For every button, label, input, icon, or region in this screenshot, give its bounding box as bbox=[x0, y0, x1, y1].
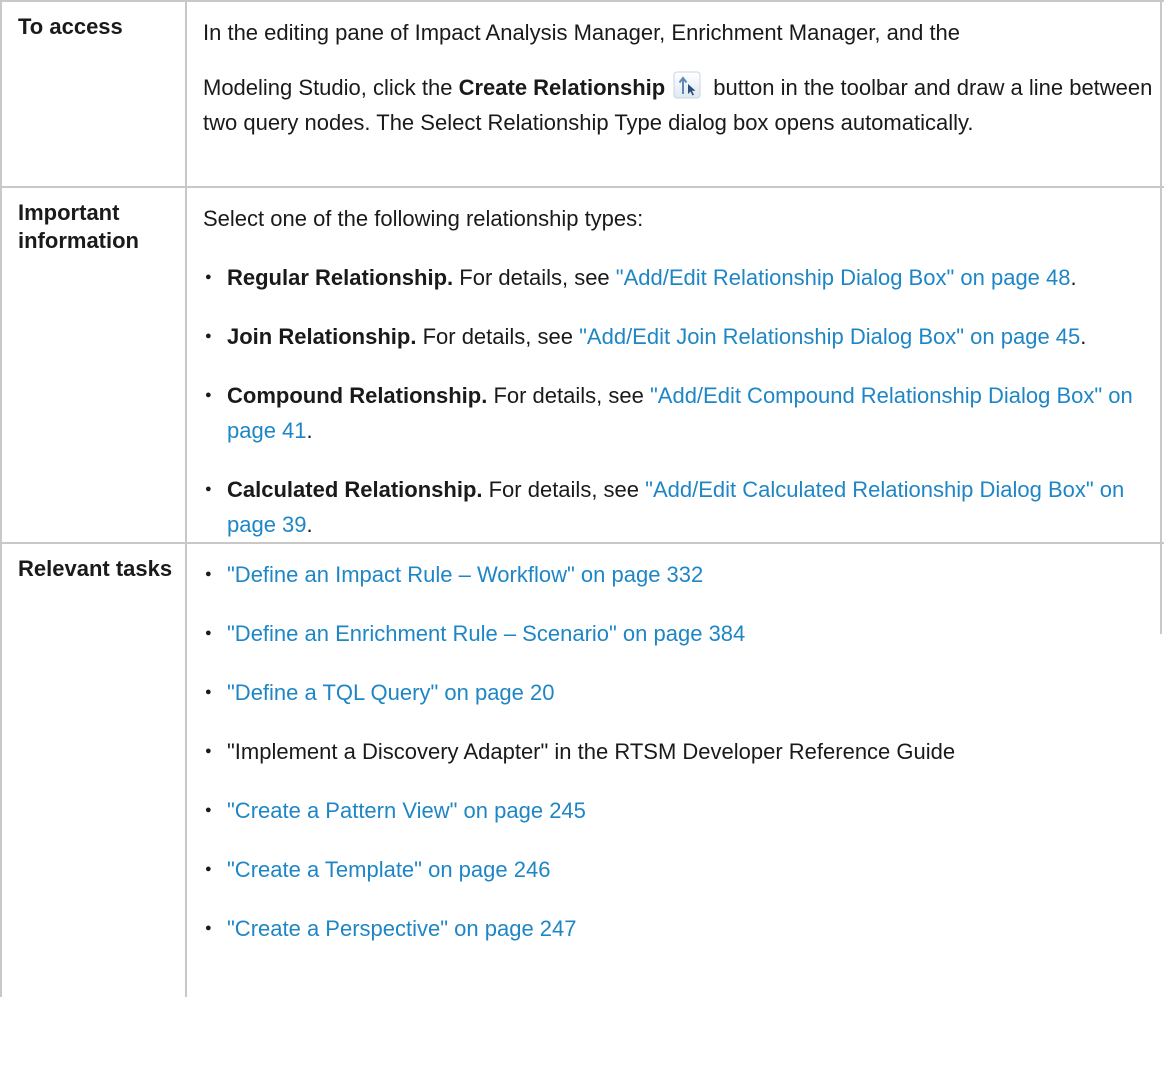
list-item: Compound Relationship. For details, see … bbox=[203, 378, 1164, 448]
row-label-to-access: To access bbox=[0, 0, 187, 188]
link-create-template[interactable]: "Create a Template" on page 246 bbox=[227, 857, 550, 882]
relevant-tasks-list: "Define an Impact Rule – Workflow" on pa… bbox=[203, 557, 1164, 946]
access-paragraph: In the editing pane of Impact Analysis M… bbox=[203, 20, 1153, 135]
list-item: "Implement a Discovery Adapter" in the R… bbox=[203, 734, 1164, 769]
list-item: "Define an Impact Rule – Workflow" on pa… bbox=[203, 557, 1164, 592]
list-item: "Create a Perspective" on page 247 bbox=[203, 911, 1164, 946]
row-label-relevant-tasks: Relevant tasks bbox=[0, 543, 187, 997]
list-item: "Define an Enrichment Rule – Scenario" o… bbox=[203, 616, 1164, 651]
link-define-tql-query[interactable]: "Define a TQL Query" on page 20 bbox=[227, 680, 555, 705]
row-label-important-information: Important information bbox=[0, 187, 187, 544]
row-body-to-access: In the editing pane of Impact Analysis M… bbox=[186, 0, 1164, 188]
link-add-edit-relationship[interactable]: "Add/Edit Relationship Dialog Box" on pa… bbox=[616, 265, 1071, 290]
relationship-types-list: Regular Relationship. For details, see "… bbox=[203, 260, 1164, 542]
info-intro: Select one of the following relationship… bbox=[203, 206, 644, 231]
row-body-relevant-tasks: "Define an Impact Rule – Workflow" on pa… bbox=[186, 543, 1164, 997]
link-define-impact-rule[interactable]: "Define an Impact Rule – Workflow" on pa… bbox=[227, 562, 703, 587]
link-add-edit-join-relationship[interactable]: "Add/Edit Join Relationship Dialog Box" … bbox=[579, 324, 1080, 349]
row-important-information: Important information Select one of the … bbox=[0, 187, 1164, 544]
implement-discovery-adapter-text: "Implement a Discovery Adapter" in the R… bbox=[227, 739, 956, 764]
create-relationship-icon bbox=[673, 71, 701, 99]
row-to-access: To access In the editing pane of Impact … bbox=[0, 0, 1164, 188]
row-relevant-tasks: Relevant tasks "Define an Impact Rule – … bbox=[0, 543, 1164, 997]
link-create-perspective[interactable]: "Create a Perspective" on page 247 bbox=[227, 916, 577, 941]
create-relationship-label: Create Relationship bbox=[458, 75, 666, 100]
list-item: "Define a TQL Query" on page 20 bbox=[203, 675, 1164, 710]
list-item: "Create a Pattern View" on page 245 bbox=[203, 793, 1164, 828]
row-body-important-information: Select one of the following relationship… bbox=[186, 187, 1164, 544]
list-item: Calculated Relationship. For details, se… bbox=[203, 472, 1164, 542]
info-table: To access In the editing pane of Impact … bbox=[0, 0, 1164, 997]
link-create-pattern-view[interactable]: "Create a Pattern View" on page 245 bbox=[227, 798, 586, 823]
list-item: Join Relationship. For details, see "Add… bbox=[203, 319, 1164, 354]
link-define-enrichment-rule[interactable]: "Define an Enrichment Rule – Scenario" o… bbox=[227, 621, 745, 646]
list-item: "Create a Template" on page 246 bbox=[203, 852, 1164, 887]
list-item: Regular Relationship. For details, see "… bbox=[203, 260, 1164, 295]
